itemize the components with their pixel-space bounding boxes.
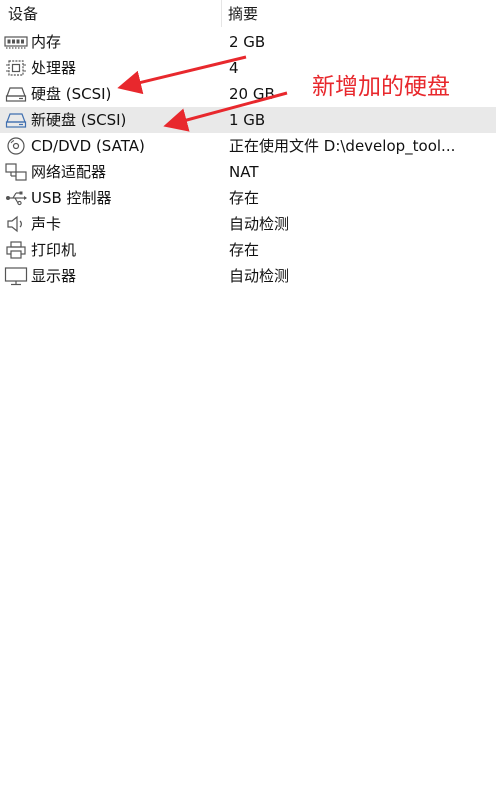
- device-row-usb-controller[interactable]: USB 控制器 存在: [0, 185, 496, 211]
- device-name: 打印机: [31, 241, 77, 259]
- column-divider[interactable]: [221, 0, 222, 27]
- device-row-new-hard-disk[interactable]: 新硬盘 (SCSI) 1 GB: [0, 107, 496, 133]
- processor-icon: [4, 58, 28, 78]
- device-row-display[interactable]: 显示器 自动检测: [0, 263, 496, 289]
- device-summary: NAT: [229, 163, 259, 181]
- device-summary: 1 GB: [229, 111, 266, 129]
- memory-icon: [4, 32, 28, 52]
- device-name: USB 控制器: [31, 189, 112, 207]
- monitor-icon: [4, 266, 28, 286]
- device-name: 内存: [31, 33, 62, 51]
- device-row-sound-card[interactable]: 声卡 自动检测: [0, 211, 496, 237]
- hard-disk-icon: [4, 110, 28, 130]
- device-list: 内存 2 GB 处理器 4 硬盘 (SCSI) 20 GB 新硬盘 (SCSI)…: [0, 29, 496, 289]
- printer-icon: [4, 240, 28, 260]
- speaker-icon: [4, 214, 28, 234]
- device-name: CD/DVD (SATA): [31, 137, 145, 155]
- device-name: 声卡: [31, 215, 62, 233]
- device-name: 网络适配器: [31, 163, 107, 181]
- annotation-label: 新增加的硬盘: [312, 74, 450, 100]
- device-summary: 存在: [229, 241, 260, 259]
- device-row-cd-dvd[interactable]: CD/DVD (SATA) 正在使用文件 D:\develop_tool...: [0, 133, 496, 159]
- column-header-device[interactable]: 设备: [8, 0, 38, 27]
- hard-disk-icon: [4, 84, 28, 104]
- device-list-header: 设备 摘要: [0, 0, 496, 27]
- device-summary: 自动检测: [229, 267, 290, 285]
- device-summary: 存在: [229, 189, 260, 207]
- device-summary: 自动检测: [229, 215, 290, 233]
- device-name: 显示器: [31, 267, 77, 285]
- cd-dvd-icon: [4, 136, 28, 156]
- column-header-summary[interactable]: 摘要: [228, 0, 258, 27]
- device-summary: 2 GB: [229, 33, 266, 51]
- device-summary: 正在使用文件 D:\develop_tool...: [229, 137, 456, 155]
- device-name: 新硬盘 (SCSI): [31, 111, 127, 129]
- device-name: 处理器: [31, 59, 77, 77]
- usb-icon: [4, 188, 28, 208]
- device-row-network-adapter[interactable]: 网络适配器 NAT: [0, 159, 496, 185]
- device-name: 硬盘 (SCSI): [31, 85, 112, 103]
- device-row-memory[interactable]: 内存 2 GB: [0, 29, 496, 55]
- network-adapter-icon: [4, 162, 28, 182]
- device-row-printer[interactable]: 打印机 存在: [0, 237, 496, 263]
